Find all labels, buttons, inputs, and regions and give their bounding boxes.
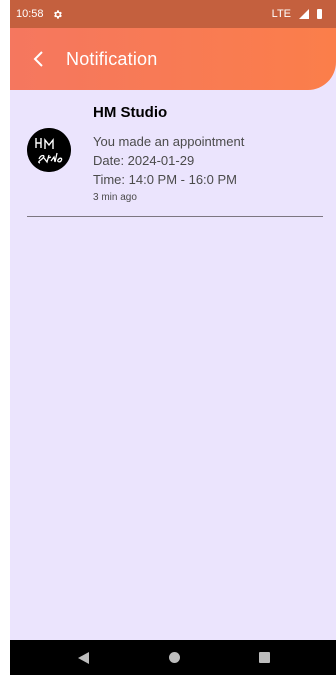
gear-icon (53, 9, 62, 19)
chevron-left-icon (33, 51, 43, 67)
notification-ago: 3 min ago (93, 192, 137, 203)
system-nav-bar (10, 640, 336, 675)
home-circle-icon[interactable] (169, 652, 180, 663)
status-left: 10:58 (16, 8, 63, 20)
recents-square-icon[interactable] (259, 652, 270, 663)
network-label: LTE (271, 8, 291, 20)
app-bar: Notification (10, 28, 336, 90)
status-time: 10:58 (16, 8, 44, 20)
page-title: Notification (66, 48, 158, 69)
battery-icon (317, 9, 322, 19)
notification-body: HM Studio You made an appointment Date: … (93, 100, 323, 203)
screen: 10:58 LTE Notification HM Studio You mad… (10, 0, 336, 675)
back-button[interactable] (28, 48, 50, 70)
notification-message: You made an appointment (93, 134, 245, 149)
notification-title: HM Studio (93, 104, 168, 121)
status-bar: 10:58 LTE (10, 0, 336, 28)
notification-time: Time: 14:0 PM - 16:0 PM (93, 172, 238, 187)
signal-icon (299, 9, 309, 19)
divider (27, 216, 323, 217)
status-right: LTE (272, 8, 322, 20)
avatar (27, 128, 71, 172)
notification-date: Date: 2024-01-29 (93, 153, 195, 168)
hm-studio-logo (27, 128, 71, 172)
back-triangle-icon[interactable] (78, 652, 89, 664)
